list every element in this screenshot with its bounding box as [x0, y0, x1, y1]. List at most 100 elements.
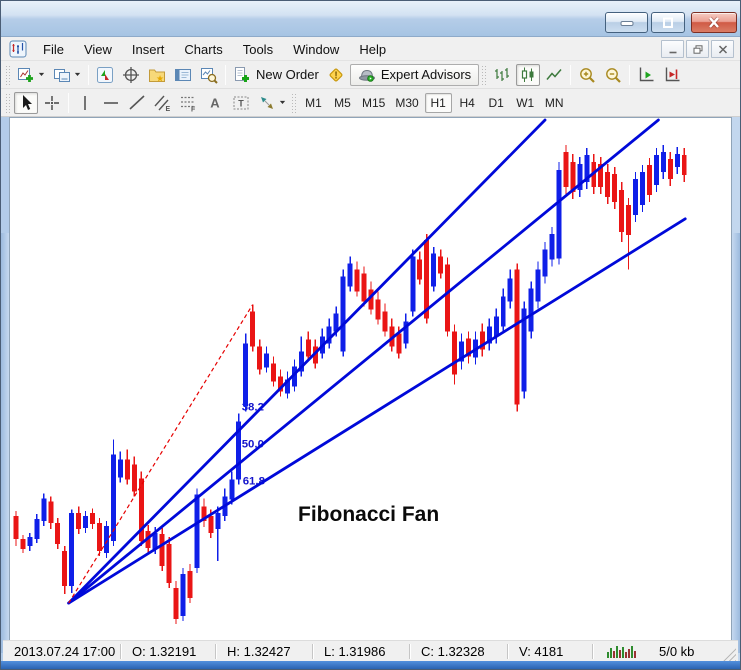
bar-chart-button[interactable] — [490, 64, 514, 86]
standard-toolbar: ★ New Order! Expert Advisors — [1, 61, 740, 89]
chevron-down-icon[interactable] — [38, 72, 45, 77]
window-bottom-border — [1, 661, 740, 669]
trendline-button[interactable] — [125, 92, 149, 114]
timeframe-m15-button[interactable]: M15 — [358, 93, 389, 113]
connection-status: 5/0 kb — [659, 644, 694, 659]
cursor-button[interactable] — [14, 92, 38, 114]
timeframe-w1-button[interactable]: W1 — [512, 93, 539, 113]
data-window-button[interactable] — [119, 64, 143, 86]
tick-volume-icon — [607, 645, 637, 658]
window-maximize-button[interactable] — [651, 12, 685, 33]
title-bar[interactable] — [1, 1, 740, 37]
svg-text:E: E — [166, 106, 171, 112]
zoom-in-button[interactable] — [575, 64, 599, 86]
timeframe-d1-button[interactable]: D1 — [483, 93, 510, 113]
metaeditor-icon: ! — [327, 66, 345, 84]
fibonacci-fan-line[interactable] — [69, 120, 545, 603]
child-window-restore-button[interactable] — [686, 40, 709, 58]
menu-tools[interactable]: Tools — [233, 40, 283, 59]
metaeditor-button[interactable]: ! — [324, 64, 348, 86]
line-chart-button[interactable] — [542, 64, 566, 86]
horizontal-line-button[interactable] — [99, 92, 123, 114]
timeframe-m5-button[interactable]: M5 — [329, 93, 356, 113]
crosshair-button[interactable] — [40, 92, 64, 114]
new-chart-button[interactable] — [14, 64, 48, 86]
chart-shift-button[interactable] — [660, 64, 684, 86]
navigator-button[interactable]: ★ — [145, 64, 169, 86]
svg-text:★: ★ — [156, 73, 164, 83]
timeframe-mn-button[interactable]: MN — [541, 93, 568, 113]
text-label-button[interactable]: T — [229, 92, 253, 114]
text-icon: A — [206, 94, 224, 112]
menu-file[interactable]: File — [33, 40, 74, 59]
new-order-button[interactable]: New Order — [230, 64, 322, 86]
fibonacci-fan-line[interactable] — [69, 219, 686, 603]
toolbar-separator — [68, 93, 69, 113]
status-bar: 2013.07.24 17:00O: 1.32191H: 1.32427L: 1… — [3, 640, 738, 661]
toolbar-grip[interactable] — [291, 93, 296, 113]
svg-text:T: T — [238, 98, 244, 108]
status-segment-0: 2013.07.24 17:00 — [3, 644, 121, 659]
toolbar-grip[interactable] — [481, 65, 486, 85]
timeframe-m1-button[interactable]: M1 — [300, 93, 327, 113]
mdi-frame: 38.250.061.8 Fibonacci Fan 2013.07.24 17… — [1, 117, 740, 661]
strategy-tester-button[interactable] — [197, 64, 221, 86]
new-order-icon — [233, 66, 251, 84]
close-icon — [706, 16, 722, 29]
chart-area[interactable]: 38.250.061.8 Fibonacci Fan — [9, 117, 732, 640]
toolbar-button-label: Expert Advisors — [381, 67, 471, 82]
toolbar-separator — [88, 65, 89, 85]
fibonacci-retracement-button[interactable]: F — [177, 92, 201, 114]
toolbar-separator — [629, 65, 630, 85]
child-window-close-button[interactable] — [711, 40, 734, 58]
child-window-minimize-button[interactable] — [661, 40, 684, 58]
window-right-border — [732, 233, 740, 653]
svg-text:F: F — [191, 106, 196, 112]
timeframe-h1-button[interactable]: H1 — [425, 93, 452, 113]
vertical-line-icon — [76, 94, 94, 112]
vertical-line-button[interactable] — [73, 92, 97, 114]
text-button[interactable]: A — [203, 92, 227, 114]
window-close-button[interactable] — [691, 12, 737, 33]
expert-advisors-button[interactable]: Expert Advisors — [350, 64, 479, 86]
zoom-in-icon — [578, 66, 596, 84]
trendline-icon — [128, 94, 146, 112]
fibonacci-fan-line[interactable] — [69, 120, 659, 603]
data-window-icon — [122, 66, 140, 84]
svg-text:A: A — [210, 95, 220, 110]
resize-grip[interactable] — [723, 648, 736, 661]
menu-bar: FileViewInsertChartsToolsWindowHelp — [1, 38, 740, 61]
maximize-icon — [661, 17, 675, 29]
menu-view[interactable]: View — [74, 40, 122, 59]
profiles-button[interactable] — [50, 64, 84, 86]
terminal-button[interactable] — [171, 64, 195, 86]
strategy-tester-icon — [200, 66, 218, 84]
toolbar-grip[interactable] — [5, 93, 10, 113]
line-chart-icon — [545, 66, 563, 84]
new-chart-icon — [17, 66, 35, 84]
chevron-down-icon[interactable] — [279, 100, 286, 105]
chevron-down-icon[interactable] — [74, 72, 81, 77]
horizontal-line-icon — [102, 94, 120, 112]
market-watch-button[interactable] — [93, 64, 117, 86]
drawing-toolbar: E F A T M1M5M15M30H1H4D1W1MN — [1, 89, 740, 117]
terminal-icon — [174, 66, 192, 84]
menu-charts[interactable]: Charts — [174, 40, 232, 59]
mt4-main-window: FileViewInsertChartsToolsWindowHelp ★ New… — [0, 0, 741, 670]
equidistant-channel-button[interactable]: E — [151, 92, 175, 114]
timeframe-m30-button[interactable]: M30 — [391, 93, 422, 113]
text-label-icon: T — [232, 94, 250, 112]
menu-help[interactable]: Help — [349, 40, 396, 59]
window-minimize-button[interactable] — [605, 12, 648, 33]
auto-scroll-button[interactable] — [634, 64, 658, 86]
toolbar-grip[interactable] — [5, 65, 10, 85]
menu-insert[interactable]: Insert — [122, 40, 175, 59]
candlestick-chart-button[interactable] — [516, 64, 540, 86]
window-left-border — [1, 233, 9, 653]
menu-window[interactable]: Window — [283, 40, 349, 59]
arrows-button[interactable] — [255, 92, 289, 114]
zoom-out-icon — [604, 66, 622, 84]
zoom-out-button[interactable] — [601, 64, 625, 86]
chart-shift-icon — [663, 66, 681, 84]
timeframe-h4-button[interactable]: H4 — [454, 93, 481, 113]
